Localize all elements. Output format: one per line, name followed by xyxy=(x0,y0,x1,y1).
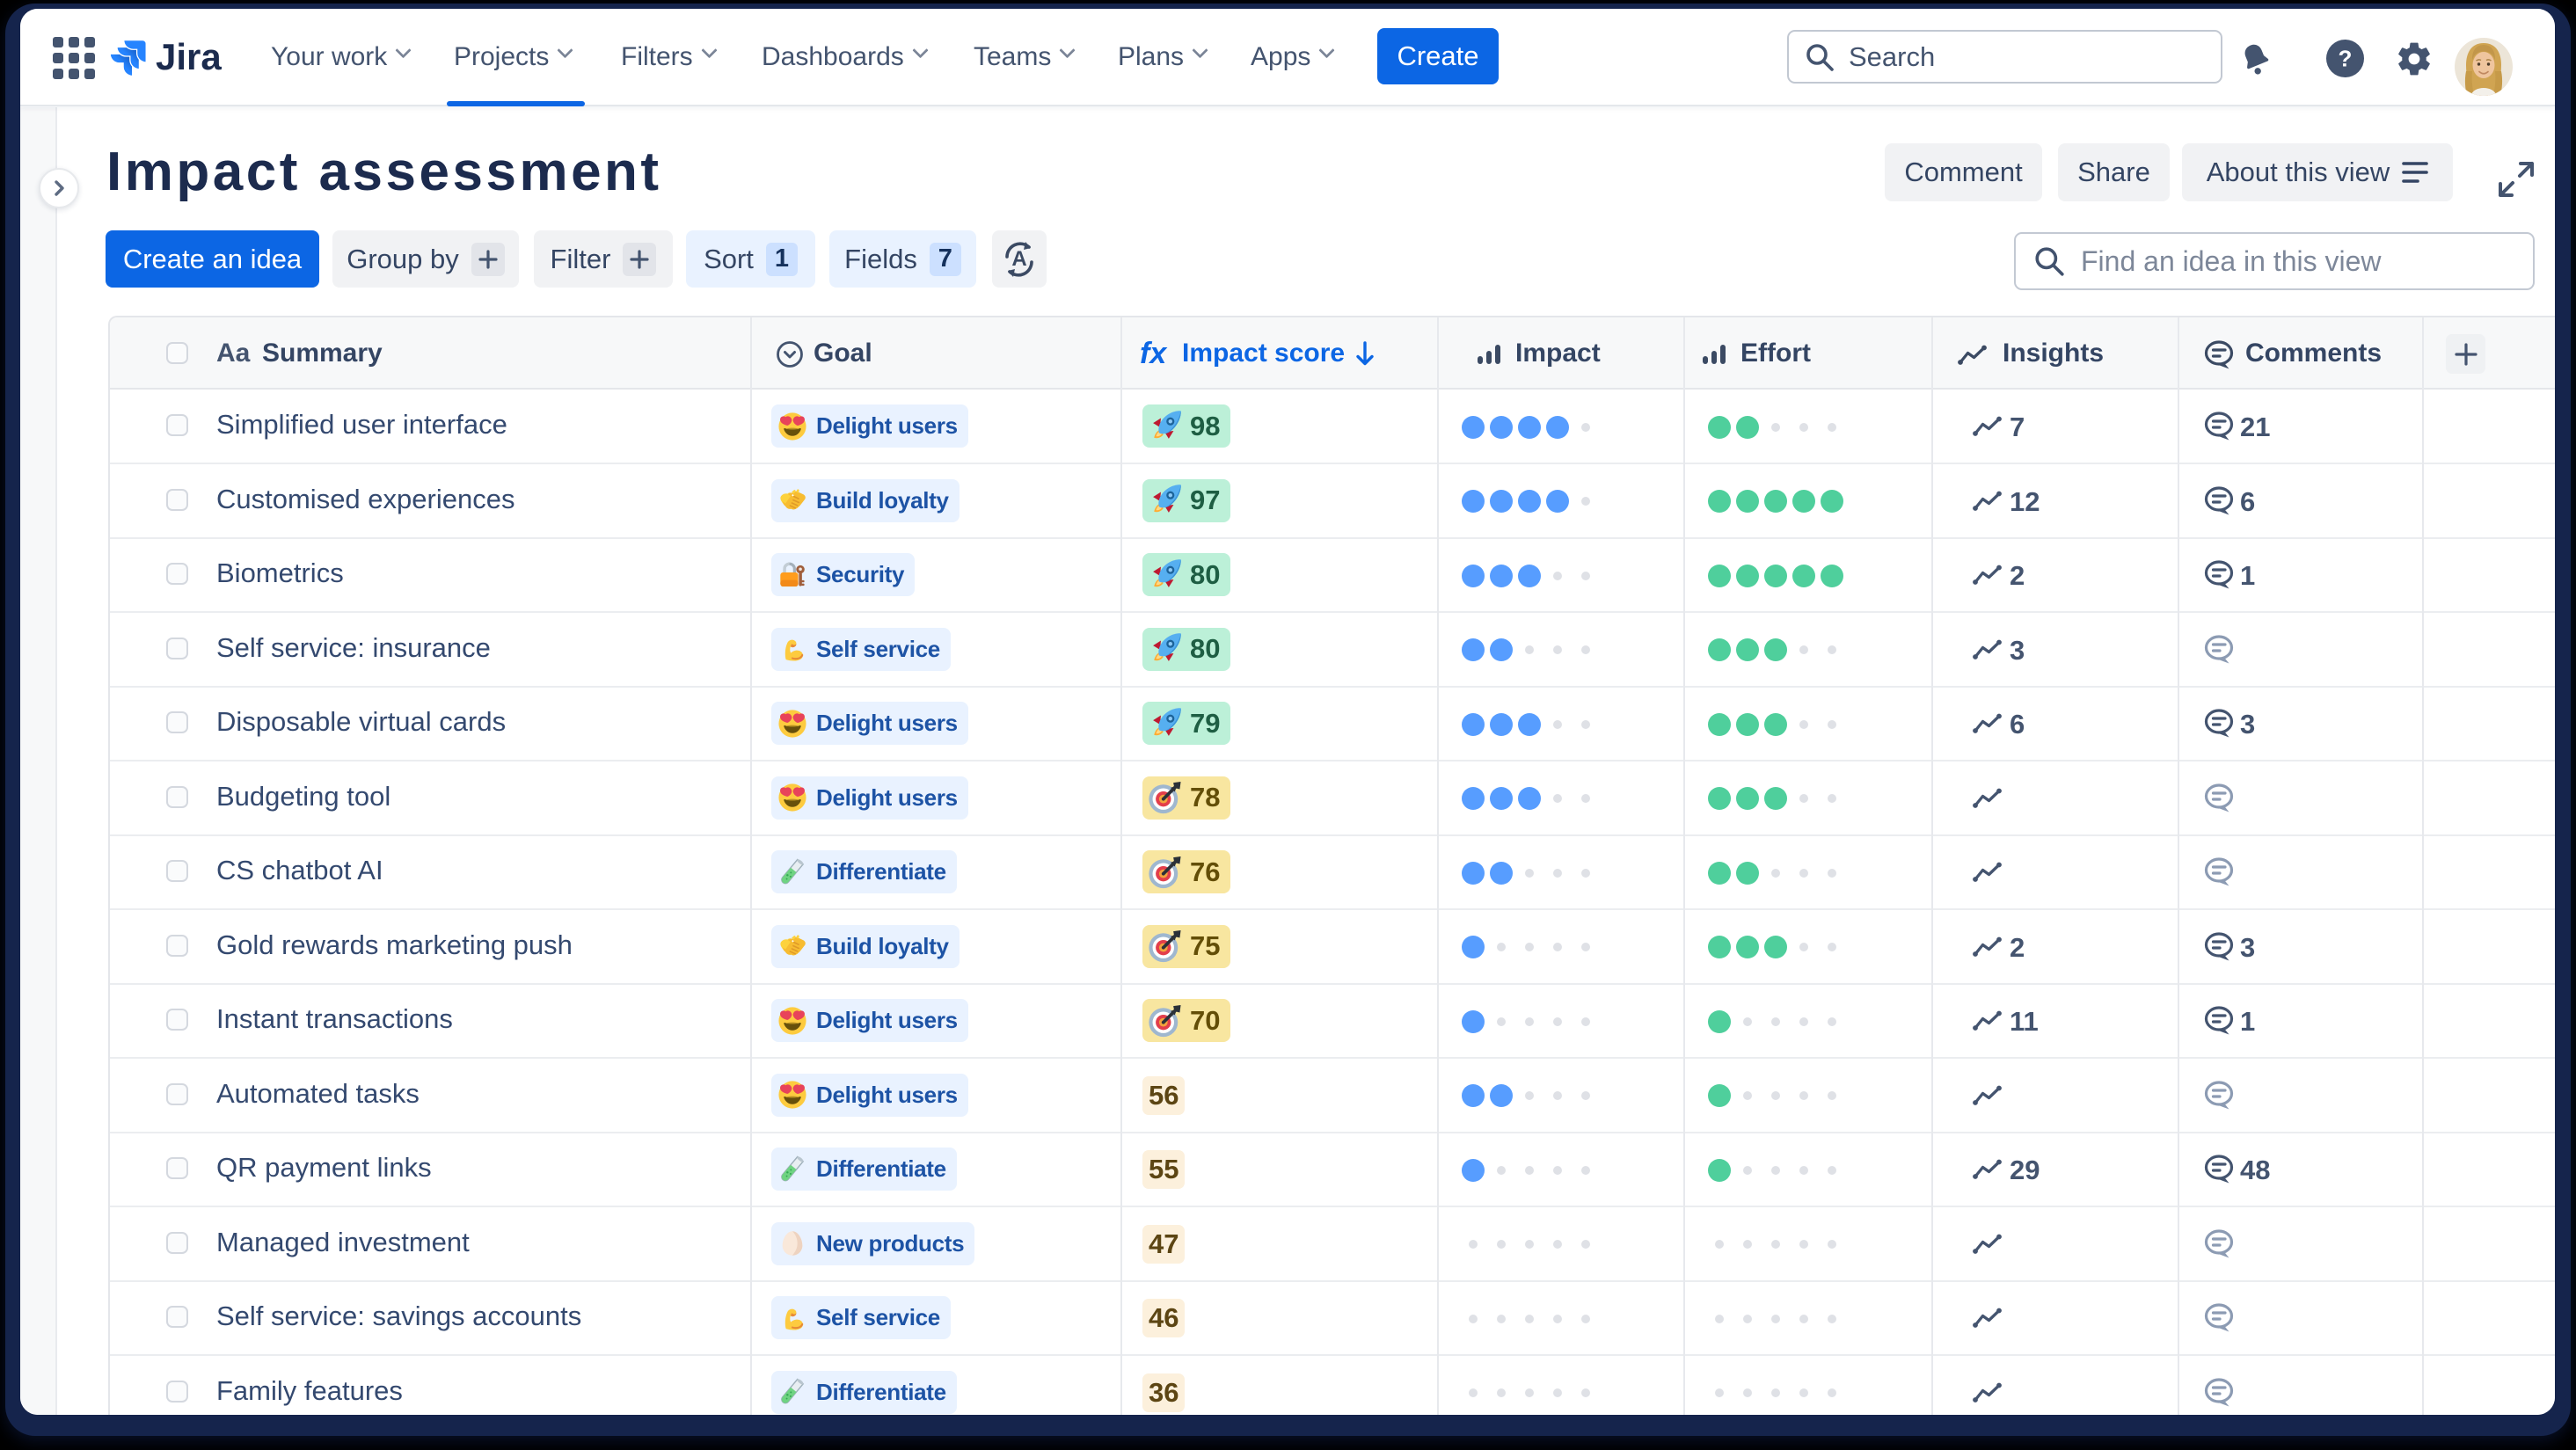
svg-text:A: A xyxy=(1011,247,1026,271)
svg-text:?: ? xyxy=(2339,46,2353,72)
